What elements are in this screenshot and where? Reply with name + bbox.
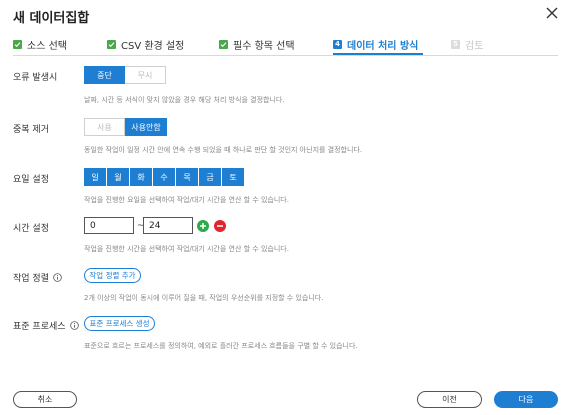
standard-process-description: 표준으로 흐르는 프로세스를 정의하여, 예외로 흘러간 프로세스 흐름들을 구… xyxy=(84,342,358,350)
dedup-toggle: 사용 사용안함 xyxy=(84,118,167,136)
day-tue-button[interactable]: 화 xyxy=(130,168,152,186)
day-wed-button[interactable]: 수 xyxy=(153,168,175,186)
weekday-buttons: 일 월 화 수 목 금 토 xyxy=(84,168,245,186)
time-start-input[interactable] xyxy=(84,217,134,234)
minus-circle-icon[interactable] xyxy=(214,220,226,232)
step-label: 필수 항목 선택 xyxy=(233,40,295,52)
check-icon xyxy=(107,39,116,49)
step-label: CSV 환경 설정 xyxy=(121,40,185,52)
day-sun-button[interactable]: 일 xyxy=(84,168,106,186)
time-label: 시간 설정 xyxy=(13,221,49,234)
standard-process-label-text: 표준 프로세스 xyxy=(13,322,66,332)
weekday-label-text: 요일 설정 xyxy=(13,175,49,185)
cancel-button[interactable]: 취소 xyxy=(13,391,77,408)
dedup-label: 중복 제거 xyxy=(13,122,49,135)
day-mon-button[interactable]: 월 xyxy=(107,168,129,186)
info-icon[interactable] xyxy=(53,273,62,282)
step-label: 검토 xyxy=(465,40,484,52)
step-number: 4 xyxy=(333,39,342,49)
step-number: 5 xyxy=(451,39,460,49)
sort-label: 작업 정렬 xyxy=(13,271,62,284)
step-required-fields[interactable]: 필수 항목 선택 xyxy=(219,34,295,54)
error-stop-button[interactable]: 중단 xyxy=(84,66,125,84)
dialog-title: 새 데이터집합 xyxy=(13,11,90,26)
weekday-description: 작업을 진행한 요일을 선택하여 작업/대기 시간을 연산 할 수 있습니다. xyxy=(84,196,289,204)
step-data-processing[interactable]: 4 데이터 처리 방식 xyxy=(333,34,418,54)
time-label-text: 시간 설정 xyxy=(13,224,49,234)
error-handling-label-text: 오류 발생시 xyxy=(13,73,58,83)
sort-description: 2개 이상의 작업이 동시에 이루어 질을 때, 작업의 우선순위를 지정할 수… xyxy=(84,294,324,302)
check-icon xyxy=(219,39,228,49)
create-standard-process-button[interactable]: 표준 프로세스 생성 xyxy=(84,316,155,331)
active-step-indicator xyxy=(333,53,423,55)
error-handling-description: 날짜, 시간 등 서식이 맞지 않았을 경우 해당 처리 방식을 결정합니다. xyxy=(84,96,285,104)
sort-label-text: 작업 정렬 xyxy=(13,274,49,284)
info-icon[interactable] xyxy=(69,321,79,330)
day-fri-button[interactable]: 금 xyxy=(199,168,221,186)
time-description: 작업을 진행한 시간을 선택하여 작업/대기 시간을 연산 할 수 있습니다. xyxy=(84,245,289,253)
standard-process-label: 표준 프로세스 xyxy=(13,319,79,332)
dedup-use-button[interactable]: 사용 xyxy=(84,118,125,136)
check-icon xyxy=(13,39,22,49)
dedup-description: 동일한 작업이 일정 시간 안에 연속 수행 되었을 때 하나로 판단 할 것인… xyxy=(84,146,363,154)
time-end-input[interactable] xyxy=(143,217,193,234)
error-handling-label: 오류 발생시 xyxy=(13,70,57,83)
add-sort-button[interactable]: 작업 정렬 추가 xyxy=(84,268,141,283)
day-sat-button[interactable]: 토 xyxy=(222,168,244,186)
step-label: 데이터 처리 방식 xyxy=(347,40,419,52)
weekday-label: 요일 설정 xyxy=(13,172,49,185)
day-thu-button[interactable]: 목 xyxy=(176,168,198,186)
next-button[interactable]: 다음 xyxy=(494,391,558,408)
wizard-steps: 소스 선택 CSV 환경 설정 필수 항목 선택 4 데이터 처리 방식 5 검… xyxy=(13,34,558,56)
step-source-select[interactable]: 소스 선택 xyxy=(13,34,67,54)
error-ignore-button[interactable]: 무시 xyxy=(125,66,166,84)
prev-button[interactable]: 이전 xyxy=(417,391,482,408)
step-csv-settings[interactable]: CSV 환경 설정 xyxy=(107,34,184,54)
plus-circle-icon[interactable] xyxy=(197,220,209,232)
step-review: 5 검토 xyxy=(451,34,483,54)
dedup-label-text: 중복 제거 xyxy=(13,125,49,135)
dedup-not-use-button[interactable]: 사용안함 xyxy=(125,118,167,136)
error-handling-toggle: 중단 무시 xyxy=(84,66,166,84)
close-icon[interactable] xyxy=(545,6,559,20)
step-label: 소스 선택 xyxy=(27,40,67,52)
